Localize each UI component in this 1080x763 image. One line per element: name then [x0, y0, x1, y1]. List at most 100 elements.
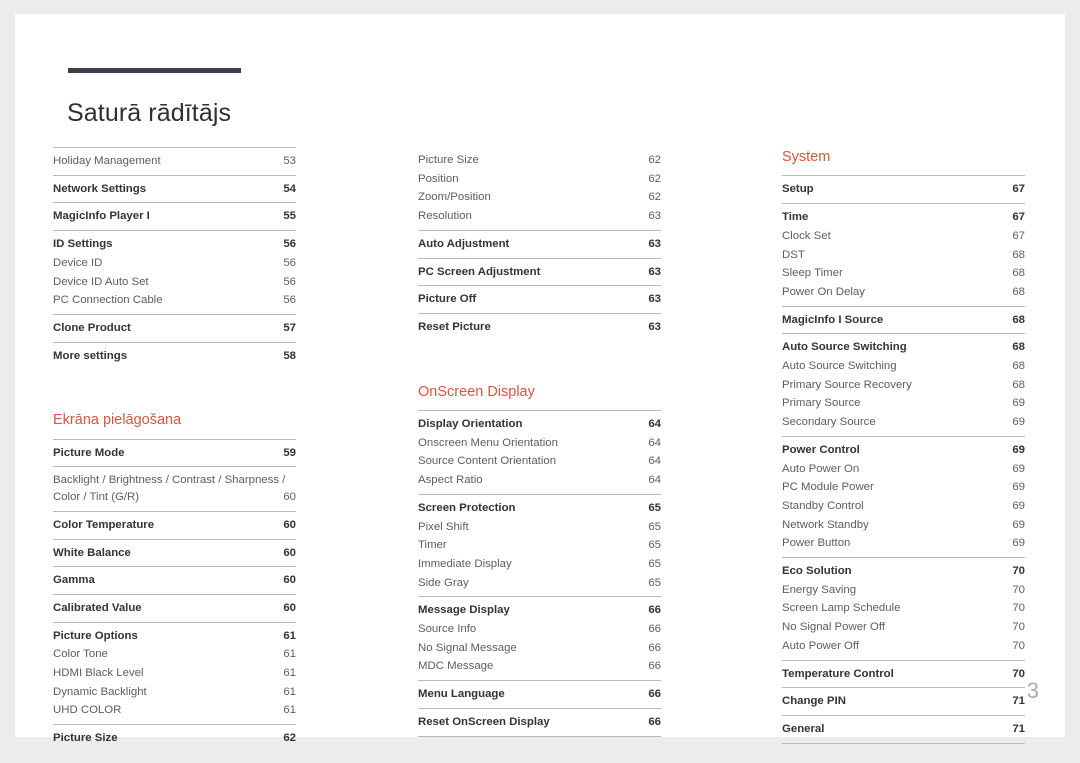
toc-entry[interactable]: Network Standby 69 — [782, 516, 1025, 535]
toc-entry[interactable]: Setup 67 — [782, 180, 1025, 199]
toc-entry[interactable]: Picture Options 61 — [53, 627, 296, 646]
toc-group: General 71 — [782, 714, 1025, 744]
toc-entry-label: Resolution — [418, 210, 472, 223]
toc-entry-label: Zoom/Position — [418, 191, 491, 204]
toc-entry[interactable]: Timer 65 — [418, 536, 661, 555]
toc-entry[interactable]: Device ID Auto Set 56 — [53, 273, 296, 292]
toc-entry[interactable]: Auto Power On 69 — [782, 460, 1025, 479]
toc-entry[interactable]: Resolution 63 — [418, 207, 661, 226]
toc-entry[interactable]: UHD COLOR 61 — [53, 701, 296, 720]
toc-entry[interactable]: Calibrated Value 60 — [53, 599, 296, 618]
toc-entry[interactable]: Power On Delay 68 — [782, 283, 1025, 302]
toc-entry[interactable]: Time 67 — [782, 208, 1025, 227]
toc-entry[interactable]: Screen Protection 65 — [418, 499, 661, 518]
toc-entry[interactable]: Color Temperature 60 — [53, 516, 296, 535]
toc-entry[interactable]: MagicInfo Player I 55 — [53, 207, 296, 226]
toc-entry[interactable]: Auto Source Switching 68 — [782, 338, 1025, 357]
toc-entry[interactable]: Source Info 66 — [418, 620, 661, 639]
toc-entry-page: 66 — [648, 641, 661, 654]
toc-entry-label: Power Control — [782, 443, 860, 456]
toc-entry[interactable]: HDMI Black Level 61 — [53, 664, 296, 683]
toc-entry[interactable]: Holiday Management 53 — [53, 152, 296, 171]
toc-entry[interactable]: Color Tone 61 — [53, 645, 296, 664]
toc-entry[interactable]: More settings 58 — [53, 347, 296, 366]
toc-entry[interactable]: Aspect Ratio 64 — [418, 471, 661, 490]
toc-group: MagicInfo I Source 68 — [782, 305, 1025, 334]
toc-entry-label: MagicInfo Player I — [53, 210, 150, 223]
toc-entry[interactable]: PC Module Power 69 — [782, 478, 1025, 497]
toc-entry[interactable]: Secondary Source 69 — [782, 413, 1025, 432]
toc-group: Backlight / Brightness / Contrast / Shar… — [53, 466, 296, 510]
document-page: Saturā rādītājs Holiday Management 53 Netw… — [15, 14, 1065, 744]
toc-entry-page: 63 — [648, 265, 661, 278]
toc-entry[interactable]: Auto Adjustment 63 — [418, 235, 661, 254]
toc-entry-label: Auto Power On — [782, 462, 860, 475]
toc-column-1: Holiday Management 53 Network Settings 54 Ma… — [53, 147, 296, 752]
toc-entry-page: 65 — [648, 557, 661, 570]
toc-entry[interactable]: General 71 — [782, 720, 1025, 739]
toc-entry[interactable]: Auto Power Off 70 — [782, 637, 1025, 656]
toc-entry-label: Device ID — [53, 256, 103, 269]
toc-entry[interactable]: Picture Off 63 — [418, 290, 661, 309]
toc-entry-label: Clone Product — [53, 321, 131, 334]
toc-entry[interactable]: No Signal Power Off 70 — [782, 618, 1025, 637]
toc-entry[interactable]: Onscreen Menu Orientation 64 — [418, 434, 661, 453]
toc-entry-page: 67 — [1012, 211, 1025, 224]
toc-entry[interactable]: Dynamic Backlight 61 — [53, 683, 296, 702]
toc-entry[interactable]: Message Display 66 — [418, 601, 661, 620]
page-number: 3 — [1026, 678, 1039, 703]
toc-entry[interactable]: Source Content Orientation 64 — [418, 452, 661, 471]
toc-entry[interactable]: ID Settings 56 — [53, 235, 296, 254]
toc-group: Picture Size 62 Position 62 Zoom/Position 62 R… — [418, 147, 661, 230]
toc-entry-page: 70 — [1012, 583, 1025, 596]
toc-entry[interactable]: DST 68 — [782, 246, 1025, 265]
toc-entry-label: Power Button — [782, 537, 851, 550]
toc-group: Picture Off 63 — [418, 285, 661, 313]
toc-entry[interactable]: Screen Lamp Schedule 70 — [782, 599, 1025, 618]
toc-entry-page: 66 — [648, 715, 661, 728]
toc-entry[interactable]: Clock Set 67 — [782, 227, 1025, 246]
toc-entry[interactable]: Menu Language 66 — [418, 685, 661, 704]
toc-entry[interactable]: Display Orientation 64 — [418, 415, 661, 434]
toc-entry[interactable]: Primary Source 69 — [782, 394, 1025, 413]
toc-entry[interactable]: Auto Source Switching 68 — [782, 357, 1025, 376]
toc-entry[interactable]: Change PIN 71 — [782, 692, 1025, 711]
toc-entry[interactable]: Standby Control 69 — [782, 497, 1025, 516]
toc-entry[interactable]: White Balance 60 — [53, 544, 296, 563]
toc-entry[interactable]: Zoom/Position 62 — [418, 188, 661, 207]
toc-group: MagicInfo Player I 55 — [53, 202, 296, 230]
toc-entry[interactable]: Picture Size 62 — [53, 729, 296, 748]
toc-entry[interactable]: Backlight / Brightness / Contrast / Shar… — [53, 471, 296, 506]
toc-entry[interactable]: Clone Product 57 — [53, 319, 296, 338]
toc-entry[interactable]: MDC Message 66 — [418, 657, 661, 676]
toc-entry[interactable]: Picture Size 62 — [418, 151, 661, 170]
toc-group: Display Orientation 64 Onscreen Menu Orien… — [418, 410, 661, 494]
toc-entry[interactable]: Energy Saving 70 — [782, 581, 1025, 600]
toc-entry-page: 58 — [283, 349, 296, 362]
toc-entry[interactable]: Position 62 — [418, 170, 661, 189]
toc-entry[interactable]: Power Control 69 — [782, 441, 1025, 460]
toc-entry[interactable]: Side Gray 65 — [418, 574, 661, 593]
toc-entry[interactable]: Primary Source Recovery 68 — [782, 376, 1025, 395]
toc-entry[interactable]: PC Screen Adjustment 63 — [418, 263, 661, 282]
toc-entry[interactable]: MagicInfo I Source 68 — [782, 311, 1025, 330]
toc-entry[interactable]: Eco Solution 70 — [782, 562, 1025, 581]
toc-group: Color Temperature 60 — [53, 510, 296, 539]
toc-entry[interactable]: Device ID 56 — [53, 254, 296, 273]
toc-entry[interactable]: Immediate Display 65 — [418, 555, 661, 574]
toc-entry[interactable]: Reset Picture 63 — [418, 318, 661, 337]
toc-entry-label: UHD COLOR — [53, 704, 122, 717]
toc-entry[interactable]: No Signal Message 66 — [418, 639, 661, 658]
toc-entry[interactable]: Picture Mode 59 — [53, 444, 296, 463]
toc-entry[interactable]: Pixel Shift 65 — [418, 518, 661, 537]
toc-entry[interactable]: Reset OnScreen Display 66 — [418, 713, 661, 732]
toc-entry[interactable]: Power Button 69 — [782, 534, 1025, 553]
toc-entry-page: 63 — [648, 293, 661, 306]
toc-entry[interactable]: Network Settings 54 — [53, 180, 296, 199]
toc-entry[interactable]: PC Connection Cable 56 — [53, 291, 296, 310]
toc-entry[interactable]: Temperature Control 70 — [782, 665, 1025, 684]
toc-entry[interactable]: Gamma 60 — [53, 571, 296, 590]
toc-entry-label: Power On Delay — [782, 285, 865, 298]
toc-entry[interactable]: Sleep Timer 68 — [782, 264, 1025, 283]
